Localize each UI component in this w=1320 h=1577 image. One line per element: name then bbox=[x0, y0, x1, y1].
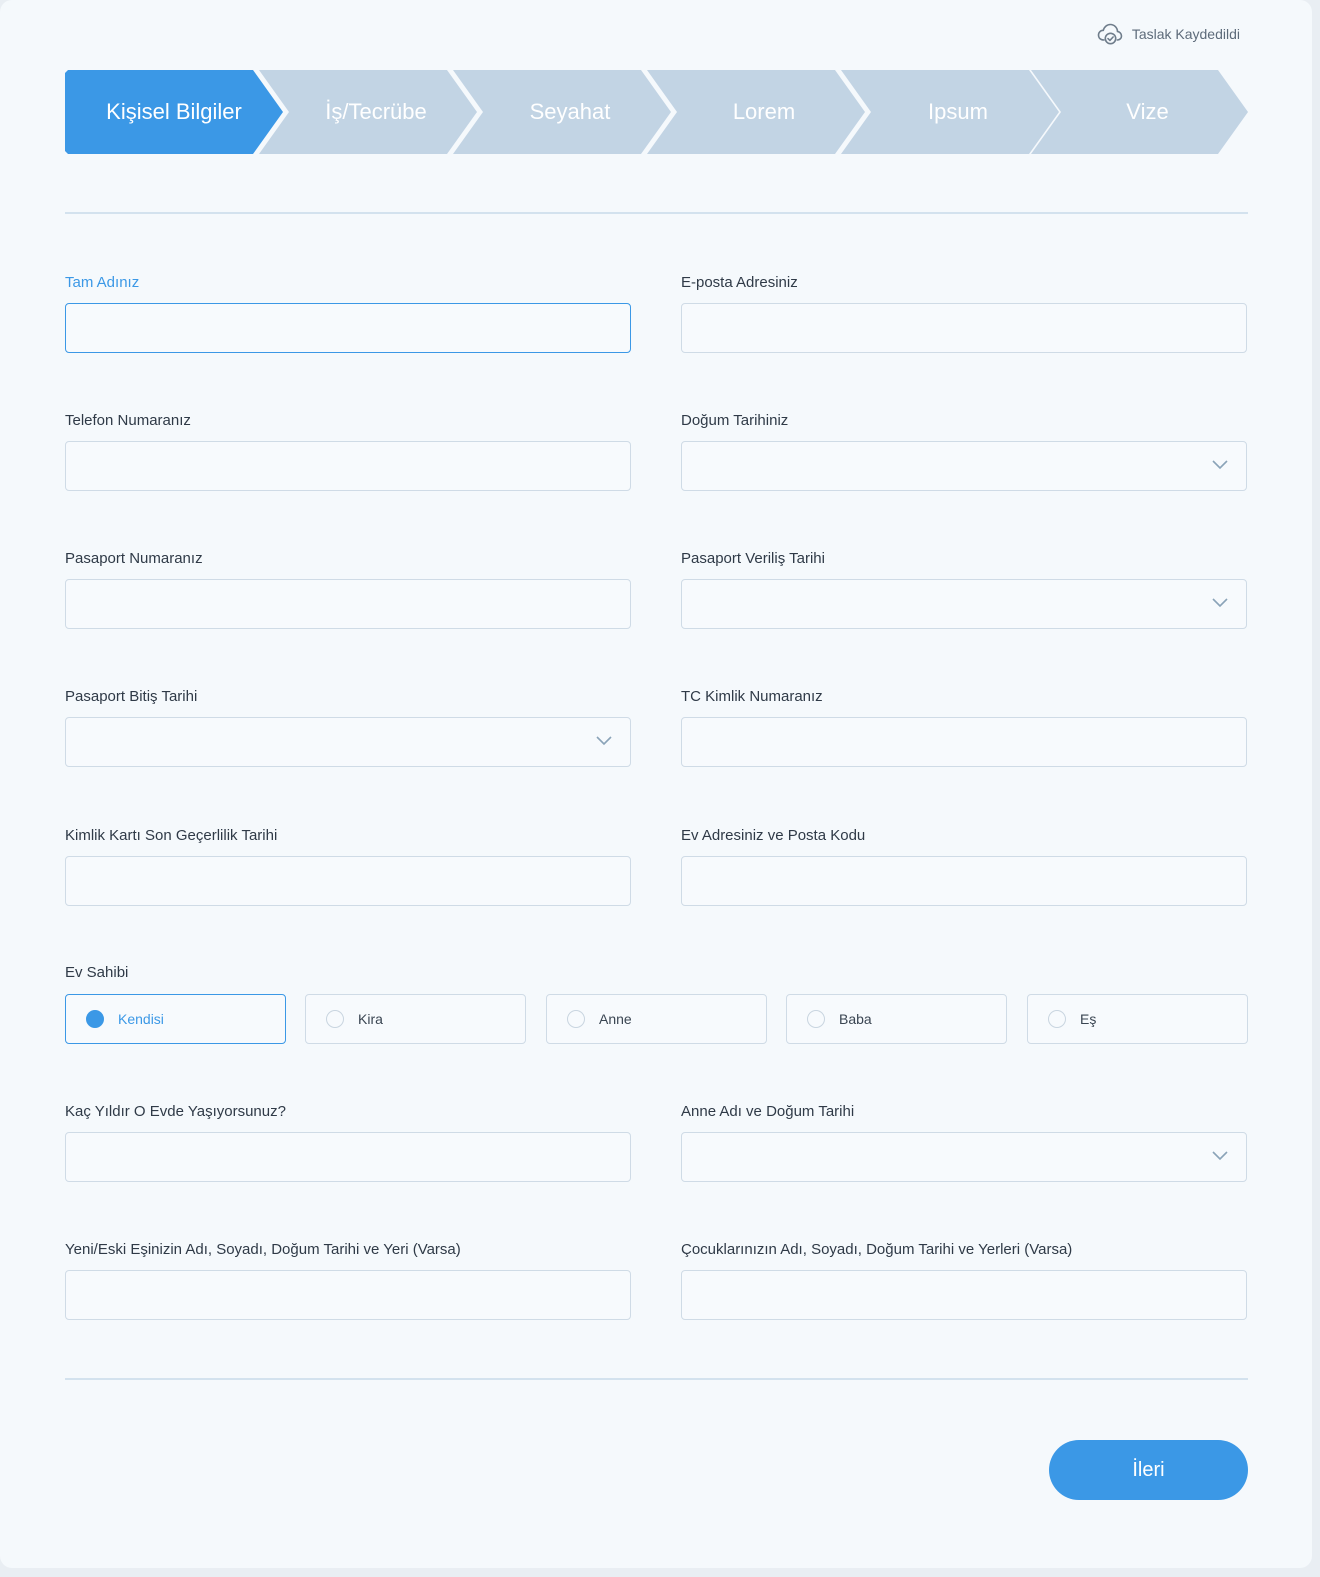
phone-label: Telefon Numaranız bbox=[65, 412, 191, 429]
full-name-field: Tam Adınız bbox=[65, 273, 631, 353]
children-info-field: Çocuklarınızın Adı, Soyadı, Doğum Tarihi… bbox=[681, 1240, 1247, 1320]
step-label: Lorem bbox=[732, 99, 796, 124]
step-label: Ipsum bbox=[928, 99, 988, 124]
cloud-check-icon bbox=[1097, 23, 1123, 45]
id-expiry-box bbox=[65, 856, 631, 906]
draft-status-text: Taslak Kaydedildi bbox=[1131, 26, 1240, 42]
home-address-input[interactable] bbox=[682, 857, 1246, 905]
radio-empty-icon[interactable] bbox=[326, 1010, 344, 1028]
years-at-home-field: Kaç Yıldır O Evde Yaşıyorsunuz? bbox=[65, 1102, 631, 1182]
next-button[interactable]: İleri bbox=[1049, 1440, 1248, 1500]
step-kisisel-bilgiler[interactable]: Kişisel Bilgiler bbox=[65, 70, 283, 154]
radio-empty-icon[interactable] bbox=[567, 1010, 585, 1028]
spouse-info-label: Yeni/Eski Eşinizin Adı, Soyadı, Doğum Ta… bbox=[65, 1241, 461, 1258]
tc-number-box bbox=[681, 717, 1247, 767]
passport-expiry-date-field: Pasaport Bitiş Tarihi bbox=[65, 687, 631, 767]
step-ipsum[interactable]: Ipsum bbox=[841, 70, 1059, 154]
phone-input[interactable] bbox=[66, 442, 630, 490]
passport-expiry-date-select[interactable] bbox=[65, 717, 631, 767]
bottom-divider bbox=[65, 1378, 1248, 1380]
homeowner-option-baba[interactable]: Baba bbox=[786, 994, 1007, 1044]
step-lorem[interactable]: Lorem bbox=[647, 70, 865, 154]
passport-number-field: Pasaport Numaranız bbox=[65, 549, 631, 629]
passport-issue-date-field: Pasaport Veriliş Tarihi bbox=[681, 549, 1247, 629]
email-field: E-posta Adresiniz bbox=[681, 273, 1247, 353]
homeowner-option-kira[interactable]: Kira bbox=[305, 994, 526, 1044]
years-at-home-input[interactable] bbox=[66, 1133, 630, 1181]
full-name-label: Tam Adınız bbox=[65, 274, 140, 291]
mother-info-field: Anne Adı ve Doğum Tarihi bbox=[681, 1102, 1247, 1182]
tc-number-input[interactable] bbox=[682, 718, 1246, 766]
email-input[interactable] bbox=[682, 304, 1246, 352]
full-name-input[interactable] bbox=[66, 304, 630, 352]
spouse-info-input[interactable] bbox=[66, 1271, 630, 1319]
passport-number-label: Pasaport Numaranız bbox=[65, 550, 203, 567]
step-seyahat[interactable]: Seyahat bbox=[453, 70, 671, 154]
home-address-field: Ev Adresiniz ve Posta Kodu bbox=[681, 826, 1247, 906]
radio-empty-icon[interactable] bbox=[807, 1010, 825, 1028]
passport-number-box bbox=[65, 579, 631, 629]
radio-empty-icon[interactable] bbox=[1048, 1010, 1066, 1028]
mother-info-select[interactable] bbox=[681, 1132, 1247, 1182]
passport-issue-date-select[interactable] bbox=[681, 579, 1247, 629]
years-at-home-box bbox=[65, 1132, 631, 1182]
homeowner-option-anne[interactable]: Anne bbox=[546, 994, 767, 1044]
step-vize[interactable]: Vize bbox=[1031, 70, 1248, 154]
step-label: Seyahat bbox=[529, 99, 611, 124]
birth-date-select[interactable] bbox=[681, 441, 1247, 491]
phone-field: Telefon Numaranız bbox=[65, 411, 631, 491]
top-divider bbox=[65, 212, 1248, 214]
chevron-down-icon[interactable] bbox=[1212, 460, 1228, 470]
radio-selected-icon[interactable] bbox=[86, 1010, 104, 1028]
chevron-down-icon[interactable] bbox=[1212, 1151, 1228, 1161]
id-expiry-input[interactable] bbox=[66, 857, 630, 905]
tc-number-field: TC Kimlik Numaranız bbox=[681, 687, 1247, 767]
step-label: Vize bbox=[1126, 99, 1169, 124]
radio-label: Kira bbox=[358, 1011, 383, 1027]
phone-box bbox=[65, 441, 631, 491]
email-box bbox=[681, 303, 1247, 353]
chevron-down-icon[interactable] bbox=[596, 736, 612, 746]
draft-status: Taslak Kaydedildi bbox=[1097, 22, 1240, 46]
passport-expiry-date-label: Pasaport Bitiş Tarihi bbox=[65, 688, 198, 705]
step-is-tecrube[interactable]: İş/Tecrübe bbox=[259, 70, 477, 154]
chevron-down-icon[interactable] bbox=[1212, 598, 1228, 608]
form-card: Taslak Kaydedildi Kişisel Bilgiler İş/Te… bbox=[0, 0, 1312, 1568]
passport-expiry-date-input[interactable] bbox=[66, 718, 630, 766]
spouse-info-box bbox=[65, 1270, 631, 1320]
step-label: İş/Tecrübe bbox=[325, 99, 427, 124]
radio-label: Anne bbox=[599, 1011, 632, 1027]
children-info-label: Çocuklarınızın Adı, Soyadı, Doğum Tarihi… bbox=[681, 1241, 1073, 1258]
children-info-input[interactable] bbox=[682, 1271, 1246, 1319]
email-label: E-posta Adresiniz bbox=[681, 274, 798, 291]
home-address-label: Ev Adresiniz ve Posta Kodu bbox=[681, 827, 866, 844]
passport-issue-date-label: Pasaport Veriliş Tarihi bbox=[681, 550, 825, 567]
passport-number-input[interactable] bbox=[66, 580, 630, 628]
id-expiry-field: Kimlik Kartı Son Geçerlilik Tarihi bbox=[65, 826, 631, 906]
homeowner-label: Ev Sahibi bbox=[65, 964, 129, 981]
radio-label: Eş bbox=[1080, 1011, 1097, 1027]
spouse-info-field: Yeni/Eski Eşinizin Adı, Soyadı, Doğum Ta… bbox=[65, 1240, 631, 1320]
home-address-box bbox=[681, 856, 1247, 906]
full-name-box bbox=[65, 303, 631, 353]
tc-number-label: TC Kimlik Numaranız bbox=[681, 688, 823, 705]
radio-label: Baba bbox=[839, 1011, 872, 1027]
wizard-steps: Kişisel Bilgiler İş/Tecrübe Seyahat Lore… bbox=[65, 70, 1248, 154]
birth-date-input[interactable] bbox=[682, 442, 1246, 490]
children-info-box bbox=[681, 1270, 1247, 1320]
radio-label: Kendisi bbox=[118, 1011, 164, 1027]
id-expiry-label: Kimlik Kartı Son Geçerlilik Tarihi bbox=[65, 827, 278, 844]
step-label: Kişisel Bilgiler bbox=[106, 99, 242, 124]
passport-issue-date-input[interactable] bbox=[682, 580, 1246, 628]
homeowner-option-kendisi[interactable]: Kendisi bbox=[65, 994, 286, 1044]
years-at-home-label: Kaç Yıldır O Evde Yaşıyorsunuz? bbox=[65, 1103, 286, 1120]
homeowner-option-es[interactable]: Eş bbox=[1027, 994, 1248, 1044]
birth-date-label: Doğum Tarihiniz bbox=[681, 412, 789, 429]
birth-date-field: Doğum Tarihiniz bbox=[681, 411, 1247, 491]
mother-info-label: Anne Adı ve Doğum Tarihi bbox=[681, 1103, 855, 1120]
mother-info-input[interactable] bbox=[682, 1133, 1246, 1181]
